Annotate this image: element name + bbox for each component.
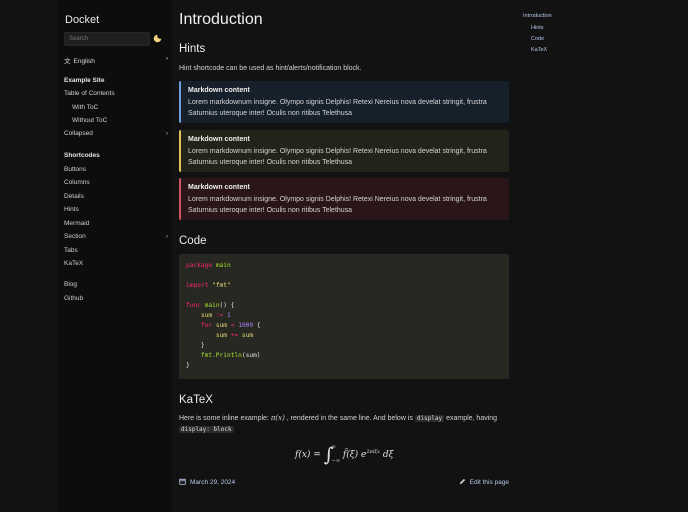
nav-item-katex[interactable]: KaTeX xyxy=(64,260,168,267)
code-line: package main xyxy=(186,262,231,269)
site-title[interactable]: Docket xyxy=(65,14,99,26)
chevron-right-icon: › xyxy=(165,55,168,62)
toc-item-introduction[interactable]: Introduction xyxy=(523,13,552,19)
translate-icon: 文 xyxy=(64,58,71,65)
code-line: for sum < 1000 { xyxy=(200,322,261,329)
hints-intro: Hint shortcode can be used as hint/alert… xyxy=(179,65,362,72)
page-title: Introduction xyxy=(179,11,263,28)
nav-item-label: Collapsed xyxy=(64,130,93,137)
code-line: } xyxy=(186,362,190,369)
hint-title: Markdown content xyxy=(188,87,250,94)
inline-code: display: block xyxy=(179,426,234,433)
chevron-right-icon: › xyxy=(165,233,168,240)
display-math: f(x) = ∫ ∞ −∞ f̂(ξ) e2πiξx dξ xyxy=(295,444,394,466)
katex-paragraph: Here is some inline example: π(x) , rend… xyxy=(179,414,498,433)
hint-title: Markdown content xyxy=(188,184,250,191)
hint-body: Lorem markdownum insigne. Olympo signis … xyxy=(188,148,487,166)
last-modified-date: March 29, 2024 xyxy=(179,478,235,486)
chevron-right-icon: › xyxy=(165,130,168,137)
code-heading: Code xyxy=(179,235,207,247)
code-line: import "fmt" xyxy=(186,282,231,289)
code-line: sum := 1 xyxy=(200,312,231,319)
nav-item-details[interactable]: Details xyxy=(64,193,168,200)
toc-item-hints[interactable]: Hints xyxy=(531,25,544,31)
nav-item-label: Section xyxy=(64,233,86,240)
inline-code: display xyxy=(414,415,445,422)
edit-page-link[interactable]: Edit this page xyxy=(459,478,509,486)
nav-item-blog[interactable]: Blog xyxy=(64,281,168,288)
hint-body: Lorem markdownum insigne. Olympo signis … xyxy=(188,99,487,117)
code-line: func main() { xyxy=(186,302,235,309)
hint-danger: Markdown content Lorem markdownum insign… xyxy=(179,178,509,220)
nav-item-with-toc[interactable]: With ToC xyxy=(72,104,176,111)
nav-item-without-toc[interactable]: Without ToC xyxy=(72,117,176,124)
hint-body: Lorem markdownum insigne. Olympo signis … xyxy=(188,196,487,214)
search-input[interactable]: Search xyxy=(64,32,150,46)
nav-item-mermaid[interactable]: Mermaid xyxy=(64,220,168,227)
language-selector[interactable]: 文 English › xyxy=(64,55,168,65)
theme-toggle-icon[interactable] xyxy=(153,34,162,43)
pencil-icon xyxy=(459,478,465,485)
nav-item-buttons[interactable]: Buttons xyxy=(64,166,168,173)
toc-item-katex[interactable]: KaTeX xyxy=(531,47,547,53)
hint-title: Markdown content xyxy=(188,136,250,143)
toc-item-code[interactable]: Code xyxy=(531,36,544,42)
hint-info: Markdown content Lorem markdownum insign… xyxy=(179,81,509,123)
sidebar: Docket Search 文 English › Example Site Ta… xyxy=(57,0,172,512)
calendar-icon xyxy=(179,478,186,485)
code-block: package main import "fmt" func main() { … xyxy=(179,254,509,379)
nav-item-hints[interactable]: Hints xyxy=(64,206,168,213)
nav-item-table-of-contents[interactable]: Table of Contents xyxy=(64,90,168,97)
hint-warning: Markdown content Lorem markdownum insign… xyxy=(179,130,509,172)
nav-item-github[interactable]: Github xyxy=(64,295,168,302)
nav-item-shortcodes[interactable]: Shortcodes xyxy=(64,152,168,159)
nav-item-tabs[interactable]: Tabs xyxy=(64,247,168,254)
nav-item-example-site[interactable]: Example Site xyxy=(64,77,168,84)
code-line: sum += sum xyxy=(215,332,254,339)
nav-item-section[interactable]: Section › xyxy=(64,233,168,240)
katex-heading: KaTeX xyxy=(179,394,213,406)
code-line: } xyxy=(200,342,205,349)
hints-heading: Hints xyxy=(179,43,206,55)
nav-item-collapsed[interactable]: Collapsed › xyxy=(64,130,168,137)
nav-item-columns[interactable]: Columns xyxy=(64,179,168,186)
code-line: fmt.Println(sum) xyxy=(200,352,261,359)
inline-math: π(x) xyxy=(270,414,285,422)
language-label: English xyxy=(73,58,95,65)
